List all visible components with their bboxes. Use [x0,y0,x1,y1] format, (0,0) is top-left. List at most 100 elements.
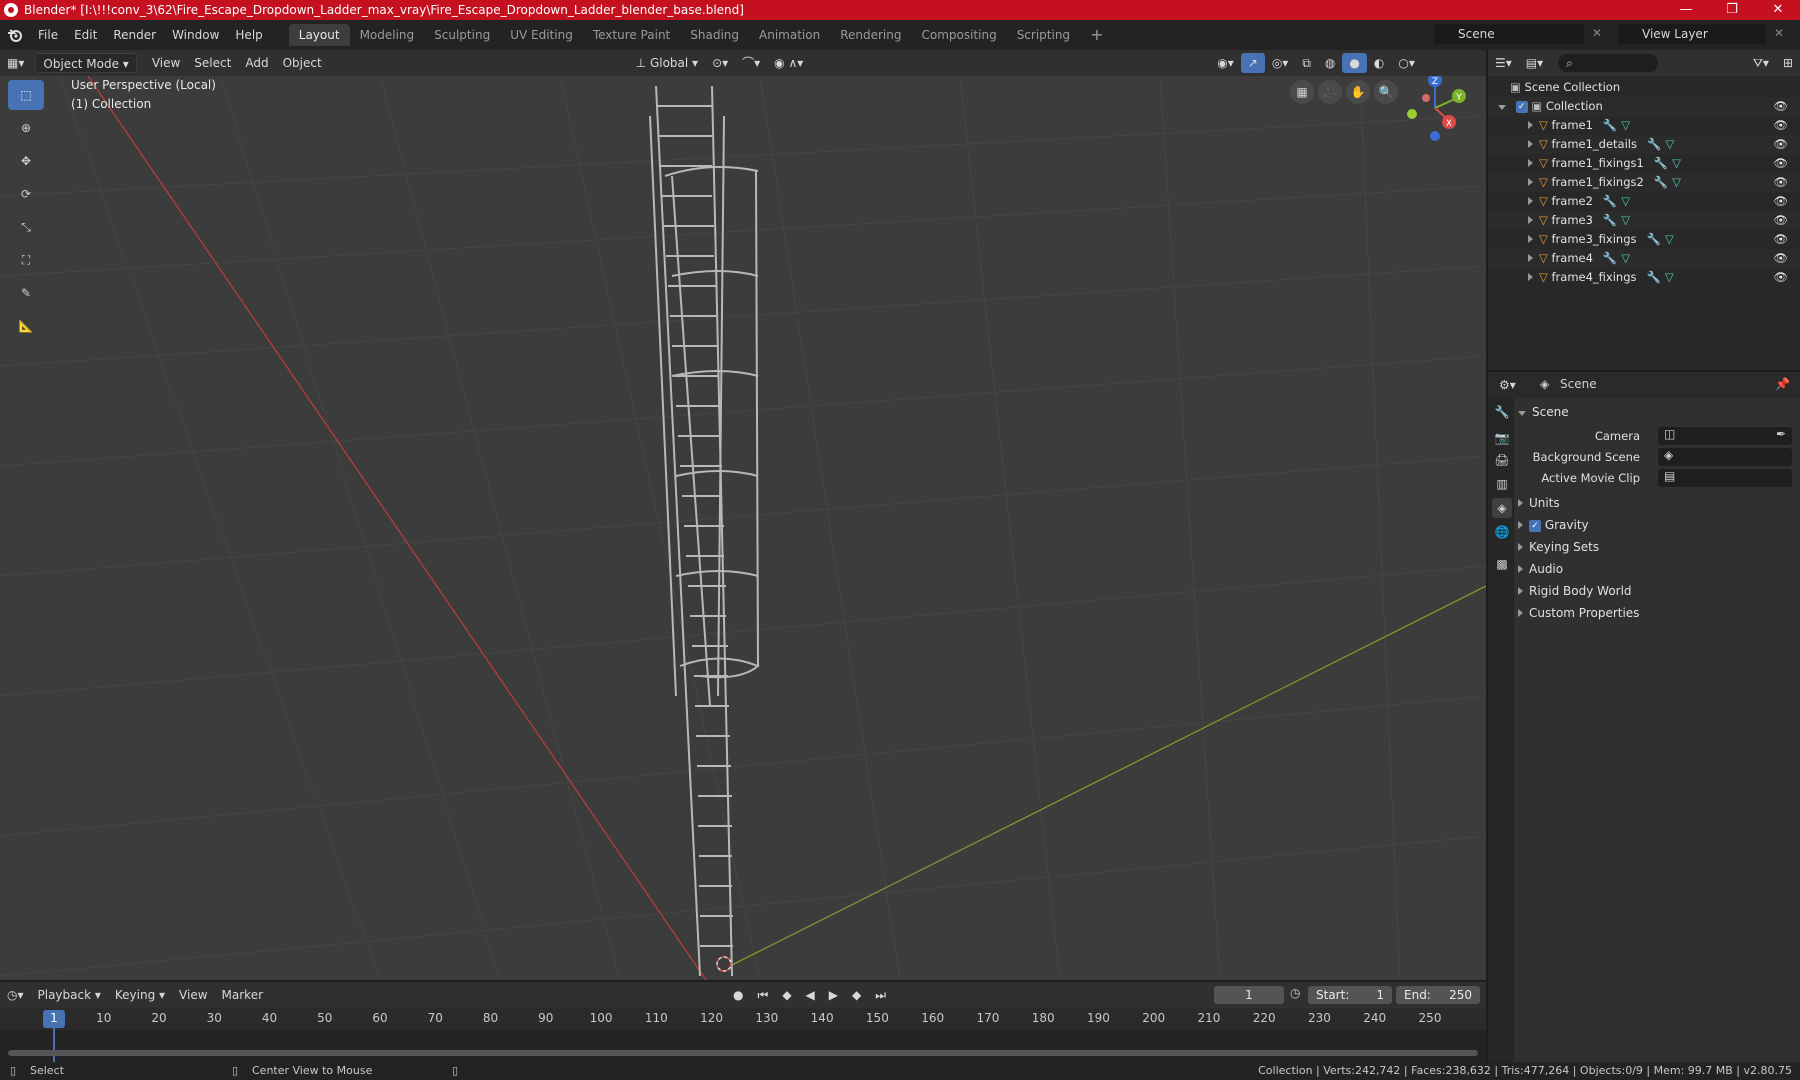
tab-uv-editing[interactable]: UV Editing [500,24,583,46]
proportional-edit-icon[interactable]: ◉ ∧▾ [767,53,810,73]
viewport-menu-object[interactable]: Object [276,53,329,73]
units-section[interactable]: Units [1518,496,1560,510]
scene-tab-icon[interactable]: ◈ [1492,498,1512,518]
filter-icon[interactable]: ⛛▾ [1746,53,1776,73]
background-scene-field[interactable]: ◈ [1658,448,1792,466]
play-icon[interactable]: ▶ [822,985,845,1005]
modifier-icon[interactable]: 🔧 [1647,270,1661,284]
rotate-tool[interactable]: ⟳ [8,179,44,209]
measure-tool[interactable]: 📐 [8,311,44,341]
expand-icon[interactable] [1528,197,1533,205]
annotate-tool[interactable]: ✎ [8,278,44,308]
texture-tab-icon[interactable]: ▩ [1492,554,1512,574]
tab-animation[interactable]: Animation [749,24,830,46]
tab-rendering[interactable]: Rendering [830,24,911,46]
editor-type-icon[interactable]: ▦▾ [0,53,31,73]
pan-view-icon[interactable]: ✋ [1346,80,1370,104]
viewport-menu-view[interactable]: View [145,53,187,73]
visibility-eye-icon[interactable]: 👁 [1773,154,1788,173]
modifier-icon[interactable]: 🔧 [1603,194,1617,208]
visibility-eye-icon[interactable]: 👁 [1773,230,1788,249]
outliner-object-row[interactable]: ▽ frame3_fixings 🔧 ▽ 👁 [1488,230,1800,249]
solid-shading-icon[interactable]: ● [1342,53,1367,73]
jump-end-icon[interactable]: ⏭ [868,985,893,1005]
xray-icon[interactable]: ⧉ [1295,53,1318,73]
tab-shading[interactable]: Shading [680,24,749,46]
start-frame-field[interactable]: Start: 1 [1308,986,1392,1004]
toggle-camera-grid-icon[interactable]: ▦ [1290,80,1314,104]
outliner-object-row[interactable]: ▽ frame4_fixings 🔧 ▽ 👁 [1488,268,1800,287]
tab-scripting[interactable]: Scripting [1007,24,1080,46]
end-frame-field[interactable]: End: 250 [1396,986,1480,1004]
modifier-icon[interactable]: 🔧 [1647,232,1661,246]
expand-icon[interactable] [1528,159,1533,167]
modifier-icon[interactable]: 🔧 [1603,251,1617,265]
tab-texture-paint[interactable]: Texture Paint [583,24,680,46]
expand-icon[interactable] [1528,140,1533,148]
timeline-menu-playback[interactable]: Playback ▾ [31,985,108,1005]
world-tab-icon[interactable]: 🌐 [1492,522,1512,542]
rigid-body-world-section[interactable]: Rigid Body World [1518,584,1632,598]
expand-icon[interactable] [1498,105,1506,110]
pivot-icon[interactable]: ⊙▾ [705,53,735,73]
gizmo-toggle-icon[interactable]: ↗ [1240,53,1265,73]
collection-checkbox[interactable]: ✓ [1515,100,1528,113]
add-workspace-button[interactable]: + [1080,24,1113,46]
expand-icon[interactable] [1528,254,1533,262]
visibility-icon[interactable]: ◉▾ [1210,53,1241,73]
close-view-layer-icon[interactable]: ✕ [1774,26,1784,40]
visibility-eye-icon[interactable]: 👁 [1773,211,1788,230]
menu-file[interactable]: File [30,20,66,50]
menu-help[interactable]: Help [227,20,270,50]
viewport-menu-add[interactable]: Add [238,53,275,73]
gravity-section[interactable]: ✓ Gravity [1518,518,1589,532]
timeline-menu-keying[interactable]: Keying ▾ [108,985,172,1005]
expand-icon[interactable] [1528,121,1533,129]
pin-icon[interactable]: 📌 [1775,377,1790,391]
maximize-button[interactable]: ❐ [1710,0,1754,20]
timeline-editor-type-icon[interactable]: ◷▾ [0,985,31,1005]
view-layer-selector[interactable]: View Layer [1618,24,1766,44]
move-tool[interactable]: ✥ [8,146,44,176]
minimize-button[interactable]: — [1664,0,1708,20]
mesh-data-icon[interactable]: ▽ [1672,175,1681,189]
gravity-checkbox[interactable]: ✓ [1529,519,1541,532]
modifier-icon[interactable]: 🔧 [1654,156,1668,170]
mesh-data-icon[interactable]: ▽ [1665,137,1674,151]
expand-icon[interactable] [1528,273,1533,281]
next-keyframe-icon[interactable]: ◆ [845,985,868,1005]
select-box-tool[interactable]: ⬚ [8,80,44,110]
outliner-object-row[interactable]: ▽ frame3 🔧 ▽ 👁 [1488,211,1800,230]
visibility-eye-icon[interactable]: 👁 [1773,97,1788,116]
outliner-object-row[interactable]: ▽ frame1_details 🔧 ▽ 👁 [1488,135,1800,154]
audio-section[interactable]: Audio [1518,562,1563,576]
active-movie-clip-field[interactable]: ▤ [1658,469,1792,487]
modifier-icon[interactable]: 🔧 [1647,137,1661,151]
preview-range-icon[interactable]: ◷ [1290,986,1300,1000]
modifier-icon[interactable]: 🔧 [1654,175,1668,189]
tab-sculpting[interactable]: Sculpting [424,24,500,46]
blender-menu-icon[interactable] [0,28,30,42]
outliner-object-row[interactable]: ▽ frame1_fixings2 🔧 ▽ 👁 [1488,173,1800,192]
render-tab-icon[interactable]: 📷 [1492,428,1512,448]
mesh-data-icon[interactable]: ▽ [1621,251,1630,265]
scene-panel-header[interactable]: Scene [1518,405,1569,419]
mesh-data-icon[interactable]: ▽ [1665,232,1674,246]
mesh-data-icon[interactable]: ▽ [1621,118,1630,132]
scene-selector[interactable]: Scene [1434,24,1584,44]
view-layer-tab-icon[interactable]: ▥ [1492,474,1512,494]
timeline-menu-view[interactable]: View [172,985,214,1005]
custom-properties-section[interactable]: Custom Properties [1518,606,1639,620]
tab-layout[interactable]: Layout [288,24,350,46]
keying-sets-section[interactable]: Keying Sets [1518,540,1599,554]
expand-icon[interactable] [1528,178,1533,186]
camera-view-icon[interactable]: 🎥 [1318,80,1342,104]
menu-window[interactable]: Window [164,20,227,50]
mode-dropdown[interactable]: Object Mode ▾ [35,53,137,73]
prev-keyframe-icon[interactable]: ◆ [775,985,798,1005]
mesh-data-icon[interactable]: ▽ [1621,213,1630,227]
camera-field[interactable]: ◫ ✒ [1658,427,1792,445]
visibility-eye-icon[interactable]: 👁 [1773,173,1788,192]
tool-tab-icon[interactable]: 🔧 [1492,402,1512,422]
mesh-data-icon[interactable]: ▽ [1621,194,1630,208]
